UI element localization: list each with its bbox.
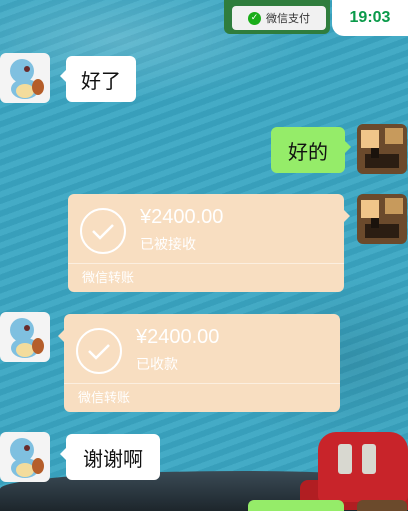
message-text: 谢谢啊 (83, 446, 143, 471)
contact-avatar[interactable] (0, 432, 50, 482)
transfer-card[interactable]: ¥2400.00 已被接收 微信转账 (68, 194, 350, 292)
transfer-card[interactable]: ¥2400.00 已收款 微信转账 (58, 314, 340, 412)
my-avatar[interactable] (357, 194, 407, 244)
my-avatar-partial[interactable] (357, 500, 407, 511)
divider (68, 263, 344, 264)
my-avatar[interactable] (357, 124, 407, 174)
wechat-pay-button[interactable]: ✓ 微信支付 (232, 6, 326, 30)
transfer-footer: 微信转账 (82, 271, 135, 286)
check-circle-icon (80, 208, 126, 254)
wechat-pay-icon: ✓ (248, 11, 261, 25)
contact-avatar[interactable] (0, 53, 50, 103)
message-text: 好了 (81, 68, 121, 93)
transfer-status: 已收款 (136, 357, 178, 373)
transfer-amount: ¥2400.00 (140, 206, 224, 228)
transfer-status: 已被接收 (140, 237, 196, 253)
wechat-pay-label: 微信支付 (266, 12, 310, 25)
check-circle-icon (76, 328, 122, 374)
message-bubble[interactable]: 好了 (60, 56, 136, 102)
divider (64, 383, 340, 384)
transfer-footer: 微信转账 (78, 391, 131, 406)
message-bubble[interactable]: 好的 (271, 127, 351, 173)
status-time: 19:03 (332, 0, 408, 36)
message-bubble[interactable]: 谢谢啊 (60, 434, 160, 480)
background-toy-car (300, 420, 408, 511)
transfer-amount: ¥2400.00 (136, 326, 220, 348)
contact-avatar[interactable] (0, 312, 50, 362)
message-bubble-partial[interactable] (248, 500, 344, 511)
message-text: 好的 (288, 139, 328, 164)
